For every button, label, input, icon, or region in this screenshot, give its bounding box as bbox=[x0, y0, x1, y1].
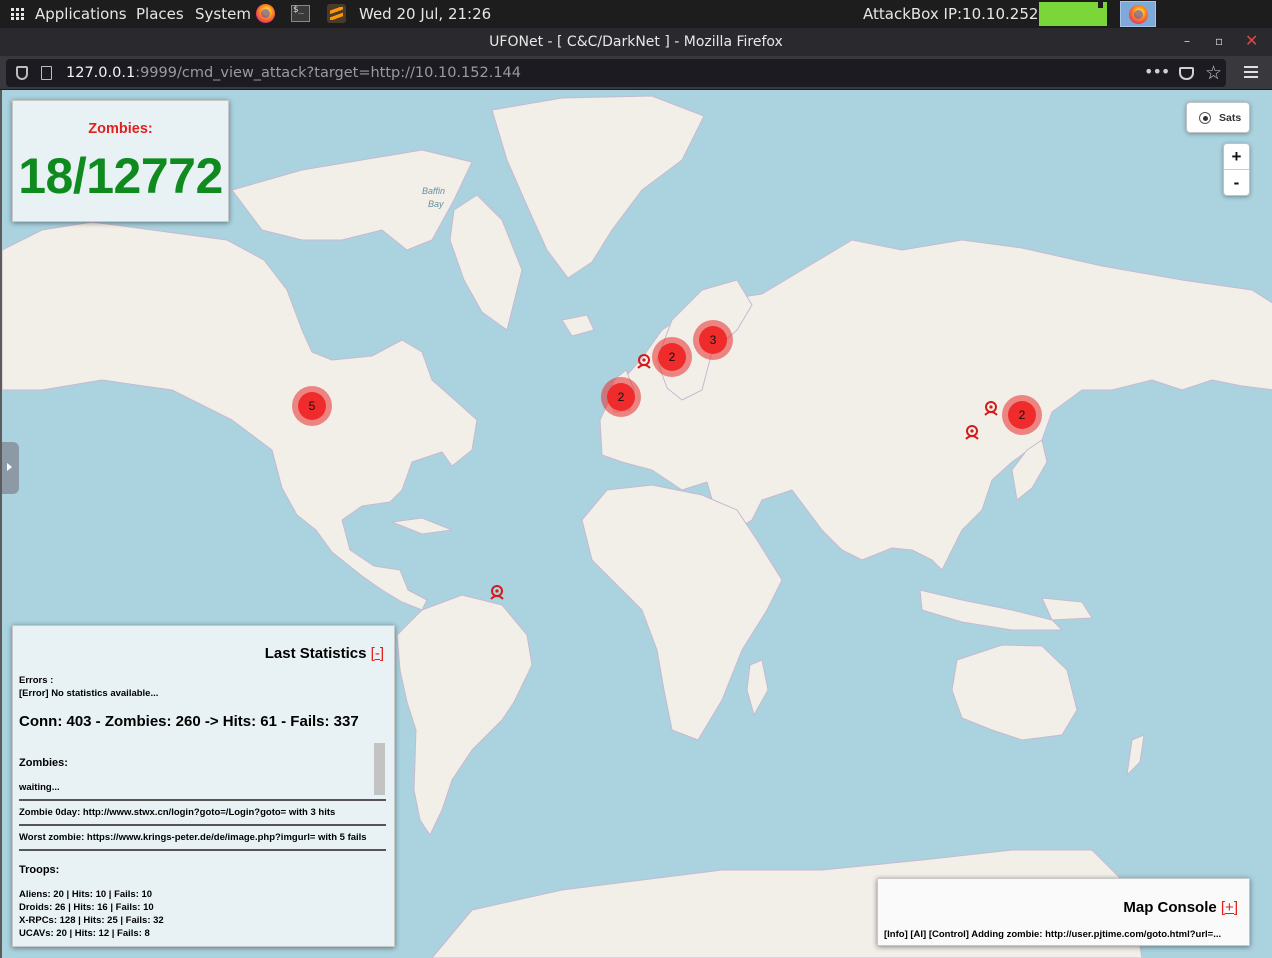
terminal-launcher-icon[interactable]: $_ bbox=[291, 5, 310, 22]
troop-aliens: Aliens: 20 | Hits: 10 | Fails: 10 bbox=[19, 889, 153, 900]
zoom-control: + - bbox=[1223, 143, 1250, 196]
apps-grid-icon[interactable] bbox=[11, 8, 25, 20]
console-log-line: [Info] [AI] [Control] Adding zombie: htt… bbox=[884, 929, 1222, 940]
sublime-text-launcher-icon[interactable] bbox=[327, 4, 346, 23]
divider bbox=[19, 799, 386, 801]
stats-scrollbar[interactable] bbox=[374, 743, 385, 795]
divider bbox=[19, 849, 386, 851]
zombie-marker-icon[interactable] bbox=[489, 584, 505, 600]
zoom-in-button[interactable]: + bbox=[1224, 144, 1249, 170]
top-panel: Applications Places System $_ Wed 20 Jul… bbox=[0, 0, 1272, 28]
window-title: UFONet - [ C&C/DarkNet ] - Mozilla Firef… bbox=[489, 34, 783, 50]
zombie-cluster-japan[interactable]: 2 bbox=[1002, 395, 1042, 435]
minimize-button[interactable]: – bbox=[1184, 28, 1190, 56]
cluster-count: 2 bbox=[1008, 401, 1036, 429]
applications-menu[interactable]: Applications bbox=[35, 0, 127, 28]
north-america-landmass bbox=[2, 221, 478, 611]
restore-button[interactable]: ▫ bbox=[1215, 28, 1223, 56]
connection-summary: Conn: 403 - Zombies: 260 -> Hits: 61 - F… bbox=[19, 713, 359, 730]
zombie-cluster-central-europe[interactable]: 2 bbox=[652, 337, 692, 377]
cluster-count: 5 bbox=[298, 392, 326, 420]
zombie-0day: Zombie 0day: http://www.stwx.cn/login?go… bbox=[19, 807, 336, 818]
zombie-cluster-us-west[interactable]: 5 bbox=[292, 386, 332, 426]
url-path: :9999/cmd_view_attack?target=http://10.1… bbox=[135, 65, 521, 81]
cluster-count: 3 bbox=[699, 326, 727, 354]
cluster-count: 2 bbox=[658, 343, 686, 371]
troops-label: Troops: bbox=[19, 864, 60, 876]
zombie-cluster-eastern-europe[interactable]: 3 bbox=[693, 320, 733, 360]
papua bbox=[1041, 597, 1093, 621]
system-menu[interactable]: System bbox=[195, 0, 251, 28]
stats-title-text: Last Statistics bbox=[264, 645, 367, 662]
zombies-count: 18/12772 bbox=[18, 148, 223, 204]
zombies-section-label: Zombies: bbox=[19, 757, 68, 769]
clock[interactable]: Wed 20 Jul, 21:26 bbox=[359, 0, 491, 28]
stats-title: Last Statistics [-] bbox=[265, 645, 384, 662]
zombie-marker-icon[interactable] bbox=[964, 424, 980, 440]
window-titlebar: UFONet - [ C&C/DarkNet ] - Mozilla Firef… bbox=[0, 28, 1272, 56]
layer-control[interactable]: Sats bbox=[1186, 102, 1250, 133]
pocket-icon[interactable] bbox=[1179, 67, 1194, 80]
iceland bbox=[561, 314, 595, 337]
baffin-bay-label-2: Bay bbox=[428, 199, 444, 209]
attackbox-ip: AttackBox IP:10.10.252.80 bbox=[863, 5, 1063, 23]
australia bbox=[951, 644, 1078, 741]
console-title: Map Console [+] bbox=[1123, 899, 1238, 916]
zombie-cluster-iberia[interactable]: 2 bbox=[601, 377, 641, 417]
places-menu[interactable]: Places bbox=[136, 0, 184, 28]
cluster-count: 2 bbox=[607, 383, 635, 411]
zombies-counter-panel: Zombies: 18/12772 bbox=[12, 100, 229, 222]
baffin-bay-label: Baffin bbox=[422, 186, 445, 196]
error-message: [Error] No statistics available... bbox=[19, 688, 159, 699]
new-zealand bbox=[1126, 734, 1145, 776]
troop-droids: Droids: 26 | Hits: 16 | Fails: 10 bbox=[19, 902, 154, 913]
firefox-icon bbox=[1129, 5, 1148, 24]
console-expand-toggle[interactable]: [+] bbox=[1221, 899, 1238, 916]
errors-label: Errors : bbox=[19, 675, 54, 686]
south-america-landmass bbox=[396, 594, 533, 836]
sats-radio-button[interactable] bbox=[1199, 112, 1211, 124]
network-indicator bbox=[1039, 2, 1107, 26]
map-console-panel: Map Console [+] [Info] [AI] [Control] Ad… bbox=[877, 878, 1250, 946]
navigation-bar: 127.0.0.1:9999/cmd_view_attack?target=ht… bbox=[0, 56, 1272, 90]
worst-zombie: Worst zombie: https://www.krings-peter.d… bbox=[19, 832, 367, 843]
troop-ucavs: UCAVs: 20 | Hits: 12 | Fails: 8 bbox=[19, 928, 150, 939]
stats-collapse-toggle[interactable]: [-] bbox=[371, 645, 384, 662]
baffin-island bbox=[449, 194, 523, 331]
indonesia bbox=[919, 589, 1063, 631]
firefox-launcher-icon[interactable] bbox=[256, 4, 275, 23]
page-actions-icon[interactable]: ••• bbox=[1144, 59, 1170, 85]
last-statistics-panel: Last Statistics [-] Errors : [Error] No … bbox=[12, 625, 395, 947]
zombies-waiting: waiting... bbox=[19, 782, 60, 793]
zombie-marker-icon[interactable] bbox=[983, 400, 999, 416]
url-host: 127.0.0.1 bbox=[66, 65, 136, 81]
tracking-protection-shield-icon[interactable] bbox=[16, 66, 28, 80]
hamburger-menu-icon[interactable] bbox=[1244, 66, 1258, 78]
taskbar-firefox-window[interactable] bbox=[1120, 1, 1156, 27]
zoom-out-button[interactable]: - bbox=[1224, 170, 1249, 196]
url-text[interactable]: 127.0.0.1:9999/cmd_view_attack?target=ht… bbox=[66, 59, 521, 87]
zombie-marker-icon[interactable] bbox=[636, 353, 652, 369]
map-viewport[interactable]: Baffin Bay 5 2 2 3 2 Zombies: 18/12772 S… bbox=[0, 90, 1272, 958]
sidebar-toggle-handle[interactable] bbox=[2, 442, 19, 494]
troop-xrpcs: X-RPCs: 128 | Hits: 25 | Fails: 32 bbox=[19, 915, 164, 926]
close-button[interactable]: ✕ bbox=[1245, 28, 1258, 56]
cuba bbox=[391, 517, 453, 535]
greenland bbox=[491, 95, 705, 279]
divider bbox=[19, 824, 386, 826]
bookmark-star-icon[interactable]: ☆ bbox=[1205, 61, 1222, 85]
sats-label: Sats bbox=[1219, 112, 1242, 124]
madagascar bbox=[746, 659, 769, 716]
console-title-text: Map Console bbox=[1123, 899, 1217, 916]
zombies-label: Zombies: bbox=[88, 121, 153, 137]
page-info-icon[interactable] bbox=[41, 66, 52, 80]
url-field[interactable]: 127.0.0.1:9999/cmd_view_attack?target=ht… bbox=[6, 59, 1226, 87]
